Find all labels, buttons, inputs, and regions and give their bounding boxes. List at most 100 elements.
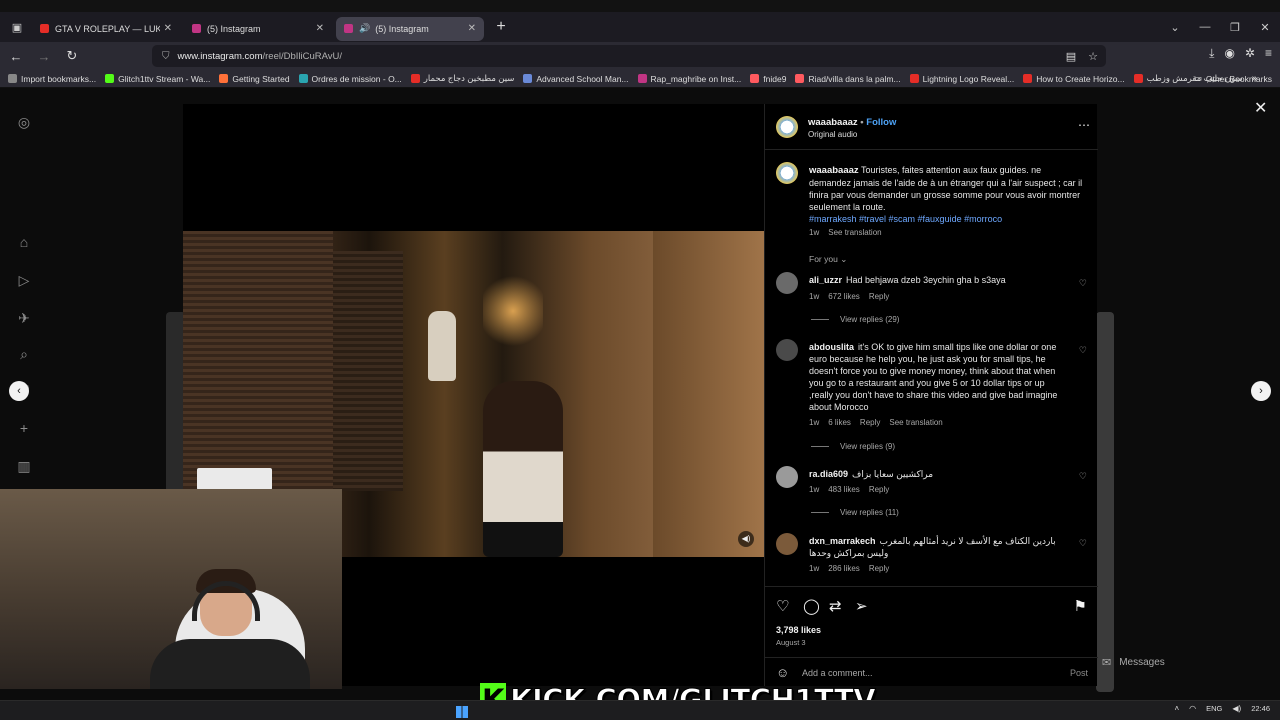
bookmark-item[interactable]: Riad/villa dans la palm... <box>795 74 901 84</box>
post-comment-button[interactable]: Post <box>1070 668 1088 678</box>
import-icon <box>8 74 17 83</box>
bookmark-item[interactable]: How to Create Horizo... <box>1023 74 1125 84</box>
reply-link[interactable]: Reply <box>860 418 880 427</box>
post-username[interactable]: waaabaaaz <box>808 117 858 128</box>
bookmark-star-icon[interactable]: ☆ <box>1088 50 1098 63</box>
search-icon[interactable]: ⌕ <box>16 346 32 362</box>
bookmark-item[interactable]: Import bookmarks... <box>8 74 96 84</box>
comment-username[interactable]: ra.dia609 <box>809 469 848 479</box>
caption-username[interactable]: waaabaaaz <box>809 165 859 176</box>
messages-button[interactable]: ✉ Messages <box>1102 650 1252 674</box>
home-icon[interactable]: ⌂ <box>16 234 32 250</box>
reply-link[interactable]: Reply <box>869 564 889 573</box>
airbnb-icon <box>795 74 805 83</box>
save-bookmark-icon[interactable]: ⚑ <box>1074 597 1087 615</box>
bookmark-item[interactable]: Getting Started <box>219 74 290 84</box>
forward-button[interactable]: → <box>32 44 56 68</box>
speaker-icon[interactable]: ◀) <box>738 531 754 547</box>
close-window-icon[interactable]: ✕ <box>1250 21 1280 34</box>
comment-likes[interactable]: 672 likes <box>828 292 860 301</box>
share-icon[interactable]: ➢ <box>855 597 868 615</box>
see-translation-link[interactable]: See translation <box>828 228 881 237</box>
close-tab-icon[interactable]: ✕ <box>164 23 172 34</box>
windows-start-icon[interactable] <box>456 706 468 718</box>
chevron-down-icon[interactable]: ⌄ <box>1160 21 1190 34</box>
more-options-icon[interactable]: ⋯ <box>1078 118 1090 132</box>
download-icon[interactable]: ⤓ <box>1209 46 1214 61</box>
view-replies-button[interactable]: View replies (9) <box>811 442 895 451</box>
add-comment-input[interactable]: Add a comment... <box>802 668 873 678</box>
restore-icon[interactable]: ❐ <box>1220 21 1250 34</box>
bookmark-item[interactable]: Glitch1ttv Stream - Wa... <box>105 74 210 84</box>
speaker-icon[interactable]: 🔊 <box>359 23 370 34</box>
tab-instagram-1[interactable]: (5) Instagram ✕ <box>184 17 332 41</box>
repost-icon[interactable]: ⇄ <box>829 597 842 615</box>
reply-link[interactable]: Reply <box>869 485 889 494</box>
reader-view-icon[interactable]: ▤ <box>1066 50 1076 63</box>
see-translation-link[interactable]: See translation <box>889 418 942 427</box>
comment-icon[interactable]: ◯ <box>803 597 820 615</box>
like-comment-heart-icon[interactable]: ♡ <box>1079 538 1087 549</box>
webcam-overlay <box>0 489 342 689</box>
close-tab-icon[interactable]: ✕ <box>468 23 476 34</box>
tab-instagram-2[interactable]: 🔊 (5) Instagram ✕ <box>336 16 484 41</box>
reply-link[interactable]: Reply <box>869 292 889 301</box>
extensions-icon[interactable]: ✲ <box>1245 46 1255 61</box>
bookmark-item[interactable]: Rap_maghribe on Inst... <box>637 74 741 84</box>
avatar[interactable] <box>776 466 798 488</box>
comment-likes[interactable]: 483 likes <box>828 485 860 494</box>
comment-username[interactable]: abdouslita <box>809 342 854 352</box>
bookmark-item[interactable]: Ordres de mission - O... <box>298 74 402 84</box>
bookmark-item[interactable]: سين مطبخين دجاج محمار <box>410 73 514 84</box>
avatar[interactable] <box>776 533 798 555</box>
caption-hashtags[interactable]: #marrakesh #travel #scam #fauxguide #mor… <box>809 214 1002 224</box>
like-comment-heart-icon[interactable]: ♡ <box>1079 278 1087 289</box>
comment-likes[interactable]: 6 likes <box>828 418 851 427</box>
back-button[interactable]: ← <box>4 44 28 68</box>
bookmark-item[interactable]: Advanced School Man... <box>523 74 629 84</box>
minimize-icon[interactable]: — <box>1190 21 1220 33</box>
create-icon[interactable]: + <box>16 420 32 436</box>
avatar[interactable] <box>776 339 798 361</box>
language-indicator[interactable]: ENG <box>1206 704 1222 713</box>
bookmark-item[interactable]: fnide9 <box>750 74 786 84</box>
likes-count[interactable]: 3,798 likes <box>776 625 821 635</box>
like-heart-icon[interactable]: ♡ <box>776 597 789 615</box>
other-bookmarks[interactable]: ▭ Other Bookmarks <box>1194 73 1272 84</box>
close-icon[interactable]: ✕ <box>1254 98 1267 118</box>
avatar[interactable] <box>776 162 798 184</box>
like-comment-heart-icon[interactable]: ♡ <box>1079 345 1087 356</box>
reels-icon[interactable]: ▷ <box>16 272 32 288</box>
volume-icon[interactable]: ◀) <box>1232 704 1241 713</box>
url-bar[interactable]: ⛉ www.instagram.com /reel/DbIliCuRAvU/ ▤… <box>152 45 1106 67</box>
previous-post-button[interactable]: ‹ <box>9 381 29 401</box>
close-tab-icon[interactable]: ✕ <box>316 23 324 34</box>
menu-icon[interactable]: ≡ <box>1265 46 1272 61</box>
follow-button[interactable]: Follow <box>866 117 896 128</box>
view-replies-button[interactable]: View replies (29) <box>811 315 899 324</box>
comment-username[interactable]: dxn_marrakech <box>809 536 876 546</box>
comment-age: 1w <box>809 564 820 573</box>
dashboard-icon[interactable]: ▥ <box>16 458 32 474</box>
tab-gta-roleplay[interactable]: GTA V ROLEPLAY — LUKE BAR ✕ <box>32 17 180 41</box>
chevron-up-icon[interactable]: ˄ <box>1174 704 1179 713</box>
audio-label[interactable]: Original audio <box>808 130 857 139</box>
direct-icon[interactable]: ✈ <box>16 310 32 326</box>
view-replies-button[interactable]: View replies (11) <box>811 508 899 517</box>
clock[interactable]: 22:46 <box>1251 704 1270 713</box>
reload-button[interactable]: ↻ <box>60 44 84 68</box>
avatar[interactable] <box>776 272 798 294</box>
bookmark-item[interactable]: Lightning Logo Reveal... <box>909 74 1014 84</box>
account-icon[interactable]: ◉ <box>1224 46 1234 61</box>
comment-likes[interactable]: 286 likes <box>828 564 860 573</box>
tab-list-button[interactable]: ▣ <box>6 16 28 38</box>
emoji-icon[interactable]: ☺ <box>776 665 789 680</box>
wifi-icon[interactable]: ◠ <box>1189 704 1196 713</box>
new-tab-button[interactable]: + <box>490 16 512 38</box>
next-post-button[interactable]: › <box>1251 381 1271 401</box>
avatar[interactable] <box>776 116 798 138</box>
comment-username[interactable]: ali_uzzr <box>809 275 842 285</box>
like-comment-heart-icon[interactable]: ♡ <box>1079 471 1087 482</box>
instagram-logo-icon[interactable]: ◎ <box>16 114 32 130</box>
sort-dropdown[interactable]: For you ⌄ <box>809 254 847 265</box>
